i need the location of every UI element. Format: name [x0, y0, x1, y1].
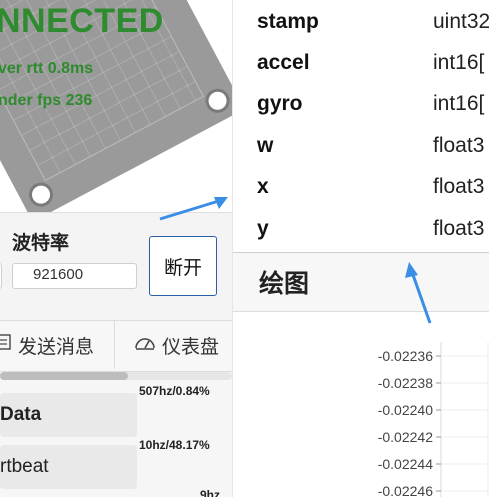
y-tick-label: -0.02242 [378, 429, 433, 445]
tab-send-message-label: 发送消息 [18, 336, 95, 358]
tab-dashboard[interactable]: 仪表盘 [116, 321, 232, 369]
gauge-icon [134, 333, 156, 357]
port-input[interactable] [0, 263, 2, 289]
field-type: float3 [433, 175, 485, 198]
y-tick-label: -0.02244 [378, 456, 433, 472]
plot-title: 绘图 [259, 270, 310, 298]
field-name: gyro [257, 92, 303, 115]
left-panel: NNECTED ver rtt 0.8ms nder fps 236 波特率 9… [0, 0, 232, 497]
device-view: NNECTED ver rtt 0.8ms nder fps 236 [0, 0, 232, 212]
field-type: int16[ [433, 92, 485, 115]
message-rate: 10hz/48.17% [139, 438, 210, 452]
field-name: w [257, 134, 274, 157]
disconnect-button[interactable]: 断开 [149, 236, 217, 296]
field-type: float3 [433, 217, 485, 240]
plot-chart[interactable]: -0.02236 -0.02238 -0.02240 -0.02242 -0.02244… [233, 312, 489, 497]
field-row: y float3 [257, 217, 489, 257]
field-row: accel int16[ [257, 51, 489, 91]
field-type: uint32 [433, 10, 489, 33]
fps-readout: nder fps 236 [0, 92, 93, 109]
message-item-data[interactable]: Data [0, 393, 137, 437]
y-tick-label: -0.02238 [378, 375, 433, 391]
field-type: int16[ [433, 51, 485, 74]
connection-status: NNECTED [0, 2, 164, 40]
field-row: w float3 [257, 134, 489, 174]
y-tick-label: -0.02246 [378, 483, 433, 497]
usage-progress-bar [0, 372, 232, 380]
tab-send-message[interactable]: 发送消息 [0, 321, 115, 369]
field-name: y [257, 217, 269, 240]
message-item-label: rtbeat [0, 456, 49, 477]
field-row: stamp uint32 [257, 10, 489, 50]
y-tick-label: -0.02240 [378, 402, 433, 418]
tab-dashboard-label: 仪表盘 [162, 336, 220, 358]
message-icon [0, 333, 12, 357]
message-rate: 9hz [200, 488, 221, 497]
field-row: x float3 [257, 175, 489, 215]
message-detail-panel: stamp uint32 accel int16[ gyro int16[ w … [232, 0, 489, 497]
field-name: x [257, 175, 269, 198]
rtt-readout: ver rtt 0.8ms [0, 60, 94, 77]
baud-label: 波特率 [12, 233, 70, 254]
tab-bar: 发送消息 仪表盘 [0, 320, 232, 372]
field-name: stamp [257, 10, 319, 33]
y-tick-label: -0.02236 [378, 348, 433, 364]
field-row: gyro int16[ [257, 92, 489, 132]
message-item-label: Data [0, 404, 42, 425]
message-rate: 507hz/0.84% [139, 384, 210, 398]
field-name: accel [257, 51, 310, 74]
message-item-heartbeat[interactable]: rtbeat [0, 445, 137, 489]
usage-progress-fill [0, 372, 128, 380]
field-type: float3 [433, 134, 485, 157]
baud-input[interactable]: 921600 [12, 263, 137, 289]
